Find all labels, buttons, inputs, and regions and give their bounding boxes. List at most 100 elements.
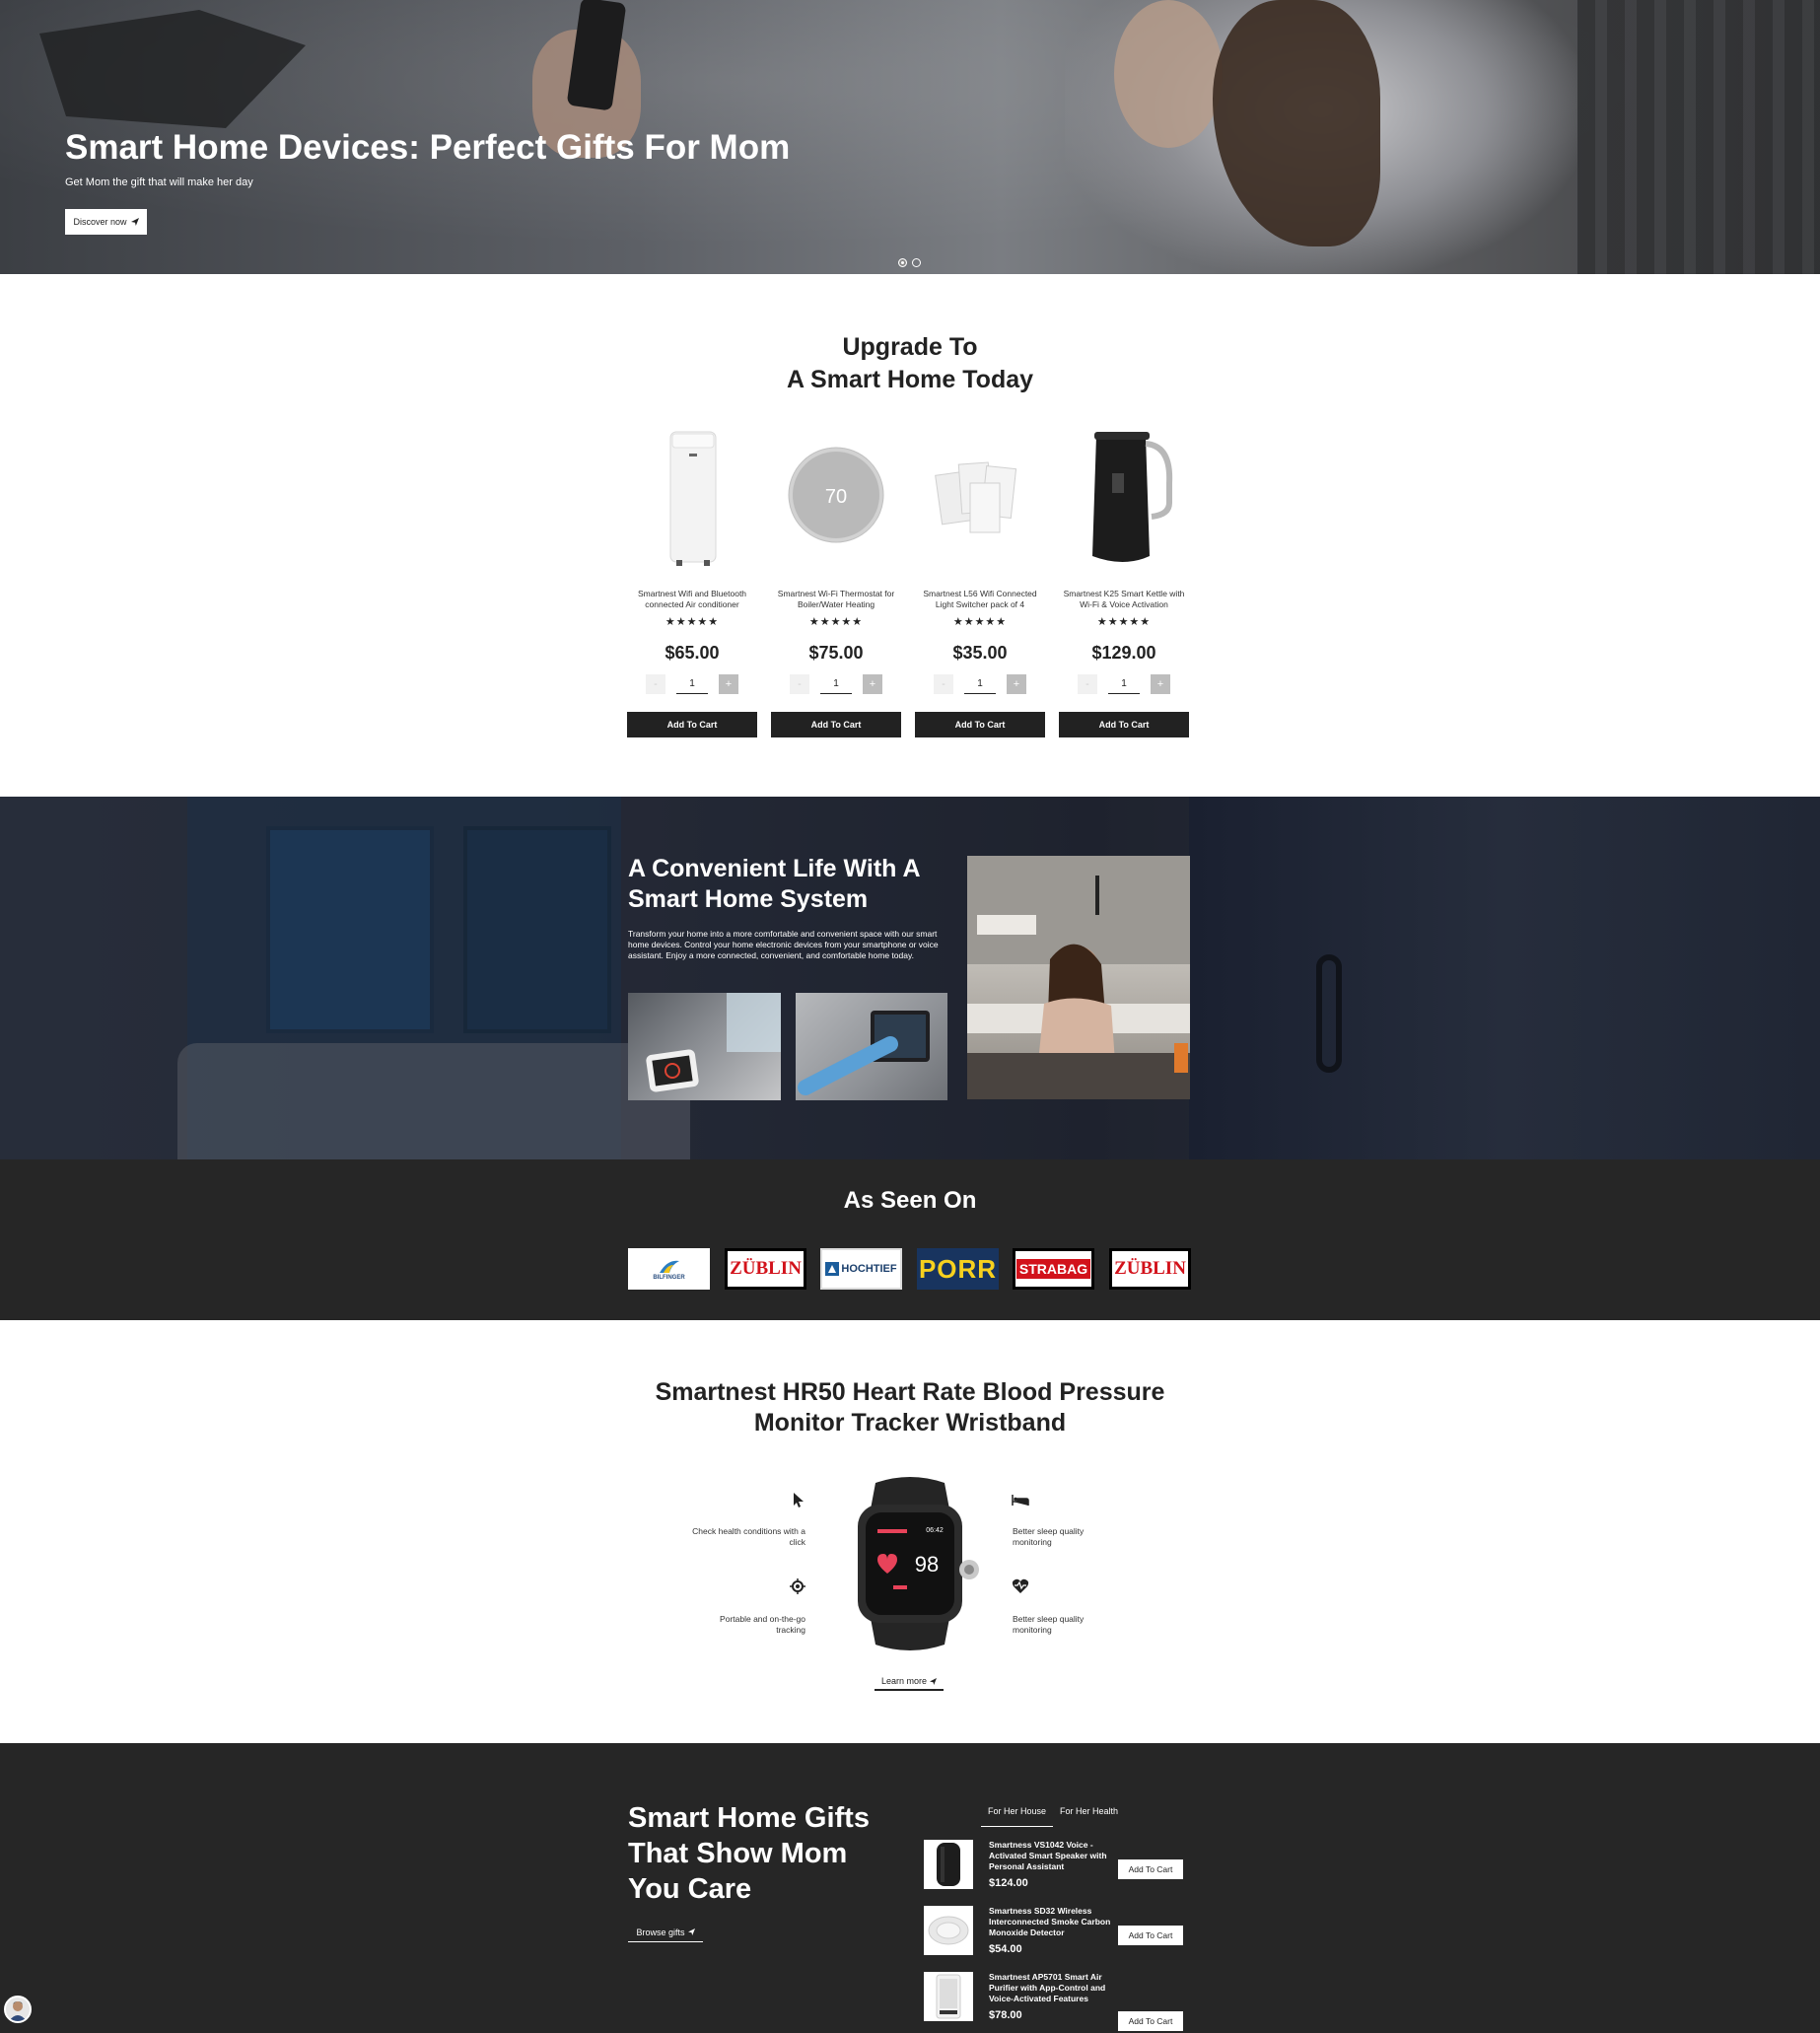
strabag-logo-text: STRABAG <box>1015 1259 1091 1279</box>
bilfinger-mark-icon <box>659 1260 679 1273</box>
slider-dots <box>898 258 921 267</box>
product-rating: ★★★★★ <box>1096 616 1152 628</box>
thermostat-image[interactable]: 70 <box>787 424 885 570</box>
smoke-detector-image[interactable] <box>924 1906 973 1955</box>
press-logos: BILFINGER ZÜBLIN HOCHTIEF PORR STRABAG Z… <box>628 1248 1191 1290</box>
product-rating: ★★★★★ <box>952 616 1008 628</box>
hochtief-logo[interactable]: HOCHTIEF <box>820 1248 902 1290</box>
discover-now-button[interactable]: Discover now <box>65 209 147 235</box>
convenient-life-title: A Convenient Life With A Smart Home Syst… <box>628 855 920 913</box>
air-conditioner-image[interactable] <box>643 424 741 570</box>
quantity-stepper: - 1 + <box>646 674 738 694</box>
quantity-stepper: - 1 + <box>934 674 1026 694</box>
add-to-cart-button[interactable]: Add To Cart <box>1059 712 1189 737</box>
smart-tablet-image <box>796 993 947 1100</box>
gift-item-name[interactable]: Smartnest AP5701 Smart Air Purifier with… <box>989 1972 1117 2004</box>
chat-avatar[interactable] <box>4 1996 32 2023</box>
watch-title-line2: Monitor Tracker Wristband <box>753 1409 1067 1437</box>
quantity-decrease-button[interactable]: - <box>646 674 665 694</box>
discover-now-label: Discover now <box>73 217 127 227</box>
product-name[interactable]: Smartnest Wifi and Bluetooth connected A… <box>627 589 757 610</box>
add-to-cart-button[interactable]: Add To Cart <box>771 712 901 737</box>
slider-dot-2[interactable] <box>912 258 921 267</box>
quantity-decrease-button[interactable]: - <box>1078 674 1097 694</box>
quantity-increase-button[interactable]: + <box>1007 674 1026 694</box>
product-name[interactable]: Smartnest L56 Wifi Connected Light Switc… <box>915 589 1045 610</box>
hochtief-logo-text: HOCHTIEF <box>841 1263 897 1275</box>
upgrade-title-line1: Upgrade To <box>842 333 978 361</box>
tab-for-her-health[interactable]: For Her Health <box>1053 1803 1125 1827</box>
quantity-stepper: - 1 + <box>790 674 882 694</box>
strabag-logo[interactable]: STRABAG <box>1013 1248 1094 1290</box>
zublin-logo-text: ZÜBLIN <box>1114 1258 1186 1279</box>
porr-logo[interactable]: PORR <box>917 1248 999 1290</box>
hochtief-mark-icon <box>825 1262 840 1276</box>
quantity-increase-button[interactable]: + <box>719 674 738 694</box>
product-card: Smartnest K25 Smart Kettle with Wi-Fi & … <box>1059 424 1189 739</box>
quantity-decrease-button[interactable]: - <box>934 674 953 694</box>
convenient-life-section <box>0 797 1820 1159</box>
air-purifier-image[interactable] <box>924 1972 973 2021</box>
watch-screen-value: 98 <box>915 1552 939 1577</box>
paper-plane-icon <box>930 1677 938 1685</box>
bilfinger-logo-text: BILFINGER <box>653 1275 685 1281</box>
background-door-handle <box>1316 954 1342 1073</box>
quantity-input[interactable]: 1 <box>676 674 708 694</box>
feature-check-health: Check health conditions with a click <box>692 1526 805 1547</box>
hero-curtain <box>1577 0 1820 274</box>
gift-item-price: $54.00 <box>989 1943 1022 1955</box>
light-switch-image[interactable] <box>931 424 1029 570</box>
learn-more-link[interactable]: Learn more <box>875 1673 944 1691</box>
watch-title-line1: Smartnest HR50 Heart Rate Blood Pressure <box>655 1378 1165 1406</box>
gift-item-price: $124.00 <box>989 1877 1028 1889</box>
zublin-logo[interactable]: ZÜBLIN <box>1109 1248 1191 1290</box>
add-to-cart-button[interactable]: Add To Cart <box>1118 2011 1183 2031</box>
add-to-cart-button[interactable]: Add To Cart <box>1118 1859 1183 1879</box>
as-seen-on-section <box>0 1159 1820 1320</box>
add-to-cart-button[interactable]: Add To Cart <box>1118 1926 1183 1945</box>
hero-title: Smart Home Devices: Perfect Gifts For Mo… <box>65 128 791 167</box>
hero-person-face <box>1114 0 1223 148</box>
add-to-cart-button[interactable]: Add To Cart <box>915 712 1045 737</box>
gifts-title: Smart Home Gifts That Show Mom You Care <box>628 1802 870 1905</box>
gift-item-name[interactable]: Smartness VS1042 Voice - Activated Smart… <box>989 1840 1117 1872</box>
quantity-decrease-button[interactable]: - <box>790 674 809 694</box>
product-card: Smartnest Wifi and Bluetooth connected A… <box>627 424 757 739</box>
gift-item: Smartness VS1042 Voice - Activated Smart… <box>924 1840 1184 1891</box>
smart-display-image <box>628 993 781 1100</box>
hero-subtitle: Get Mom the gift that will make her day <box>65 176 253 188</box>
smart-speaker-image[interactable] <box>924 1840 973 1889</box>
product-grid: Smartnest Wifi and Bluetooth connected A… <box>627 424 1191 739</box>
product-name[interactable]: Smartnest K25 Smart Kettle with Wi-Fi & … <box>1059 589 1189 610</box>
bilfinger-logo[interactable]: BILFINGER <box>628 1248 710 1290</box>
as-seen-on-title: As Seen On <box>843 1187 977 1214</box>
product-price: $65.00 <box>665 643 720 663</box>
product-rating: ★★★★★ <box>665 616 720 628</box>
smartwatch-image[interactable]: 98 06:42 <box>836 1475 984 1652</box>
gift-item-name[interactable]: Smartness SD32 Wireless Interconnected S… <box>989 1906 1117 1938</box>
quantity-increase-button[interactable]: + <box>1151 674 1170 694</box>
tab-for-her-house[interactable]: For Her House <box>981 1803 1054 1827</box>
kettle-image[interactable] <box>1075 424 1173 570</box>
product-rating: ★★★★★ <box>808 616 864 628</box>
quantity-input[interactable]: 1 <box>964 674 996 694</box>
quantity-input[interactable]: 1 <box>820 674 852 694</box>
quantity-stepper: - 1 + <box>1078 674 1170 694</box>
gift-tabs: For Her House For Her Health <box>981 1803 1125 1827</box>
browse-gifts-link[interactable]: Browse gifts <box>628 1923 703 1942</box>
quantity-input[interactable]: 1 <box>1108 674 1140 694</box>
add-to-cart-button[interactable]: Add To Cart <box>627 712 757 737</box>
quantity-increase-button[interactable]: + <box>863 674 882 694</box>
gift-item-price: $78.00 <box>989 2009 1022 2021</box>
target-icon <box>790 1578 805 1594</box>
product-card: 70 Smartnest Wi-Fi Thermostat for Boiler… <box>771 424 901 739</box>
product-name[interactable]: Smartnest Wi-Fi Thermostat for Boiler/Wa… <box>771 589 901 610</box>
paper-plane-icon <box>130 218 139 226</box>
cursor-icon <box>794 1493 804 1507</box>
gift-item: Smartnest AP5701 Smart Air Purifier with… <box>924 1972 1184 2031</box>
feature-sleep-quality-2: Better sleep quality monitoring <box>1013 1614 1085 1635</box>
slider-dot-1[interactable] <box>898 258 907 267</box>
zublin-logo[interactable]: ZÜBLIN <box>725 1248 806 1290</box>
upgrade-title-line2: A Smart Home Today <box>786 366 1034 393</box>
thermostat-display-value: 70 <box>825 486 847 508</box>
